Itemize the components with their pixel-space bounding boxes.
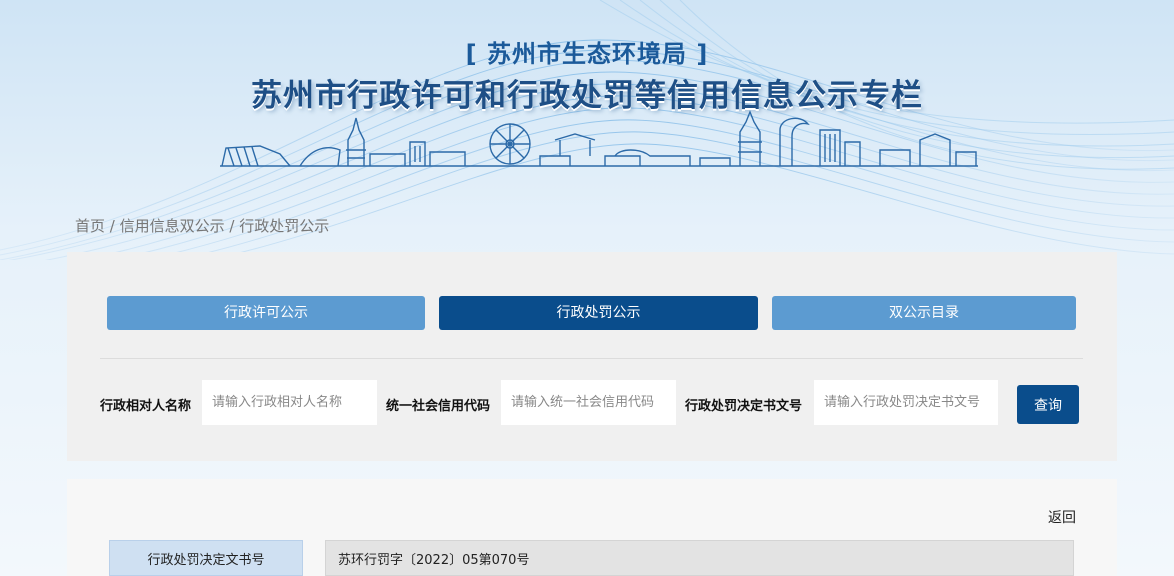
detail-panel: 返回 行政处罚决定文书号 苏环行罚字〔2022〕05第070号: [67, 479, 1117, 576]
breadcrumb-separator: /: [224, 217, 240, 235]
tab-double-disclosure-catalog[interactable]: 双公示目录: [772, 296, 1076, 330]
divider: [100, 358, 1083, 359]
name-input[interactable]: [202, 380, 377, 425]
breadcrumb-current: 行政处罚公示: [239, 217, 330, 235]
breadcrumb-double-disclosure[interactable]: 信用信息双公示: [120, 217, 225, 235]
breadcrumb-home[interactable]: 首页: [75, 217, 105, 235]
tab-administrative-penalty[interactable]: 行政处罚公示: [439, 296, 758, 330]
page-title: 苏州市行政许可和行政处罚等信用信息公示专栏: [251, 78, 923, 114]
name-label: 行政相对人名称: [100, 399, 192, 414]
query-button[interactable]: 查询: [1017, 385, 1079, 424]
tab-administrative-license[interactable]: 行政许可公示: [107, 296, 425, 330]
penalty-doc-label: 行政处罚决定书文号: [685, 399, 803, 414]
breadcrumb-separator: /: [105, 217, 120, 235]
search-panel: 行政许可公示 行政处罚公示 双公示目录 行政相对人名称 统一社会信用代码 行政处…: [67, 252, 1117, 461]
credit-code-label: 统一社会信用代码: [386, 399, 491, 414]
penalty-doc-number-label: 行政处罚决定文书号: [109, 540, 303, 576]
penalty-doc-input[interactable]: [814, 380, 998, 425]
city-skyline-icon: [220, 110, 978, 167]
breadcrumb: 首页 / 信用信息双公示 / 行政处罚公示: [75, 215, 329, 236]
back-link[interactable]: 返回: [1048, 507, 1076, 527]
penalty-doc-number-value: 苏环行罚字〔2022〕05第070号: [325, 540, 1074, 576]
credit-code-input[interactable]: [501, 380, 676, 425]
agency-name: [ 苏州市生态环境局 ]: [465, 40, 709, 68]
